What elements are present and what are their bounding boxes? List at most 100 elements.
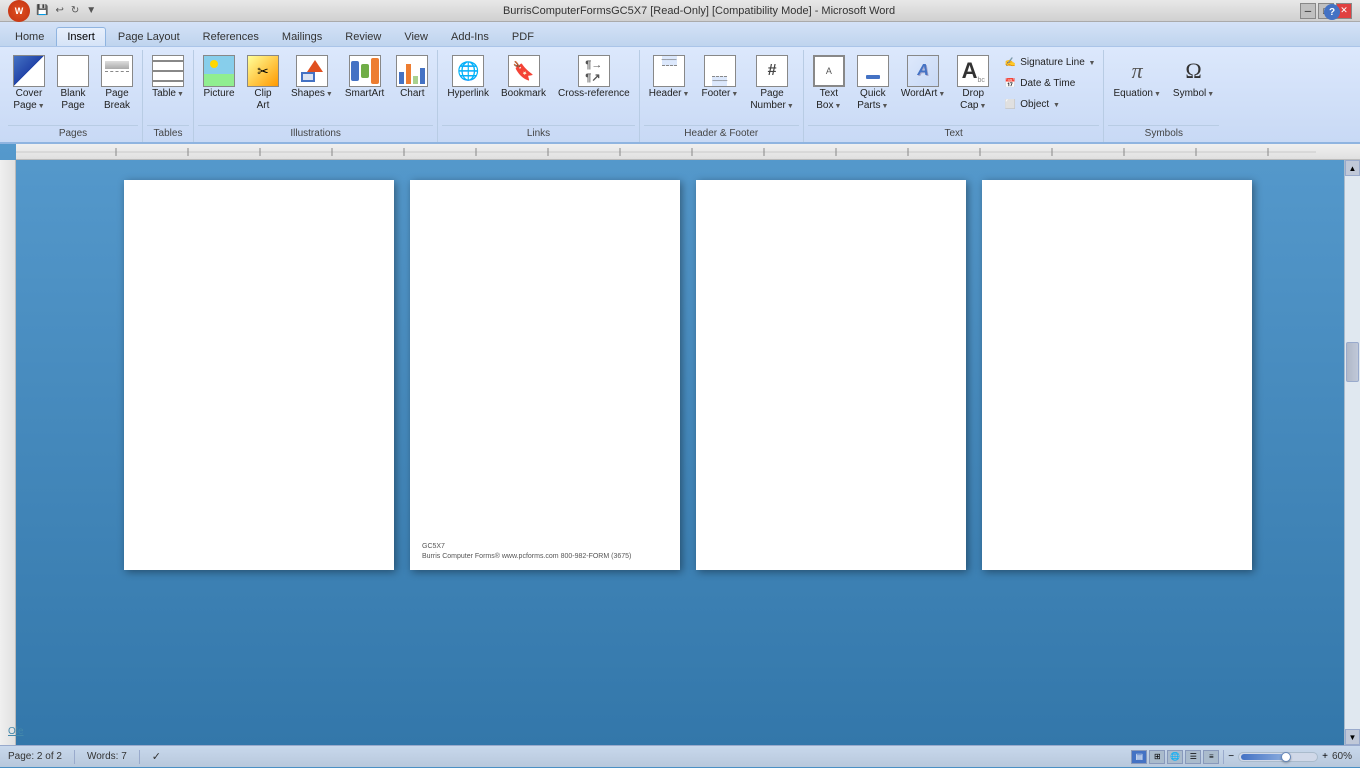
illustrations-buttons: Picture ✂ ClipArt Shapes▼	[198, 50, 433, 123]
tab-view[interactable]: View	[393, 27, 439, 46]
tables-group-label: Tables	[147, 125, 189, 142]
title-bar: W 💾 ↩ ↻ ▼ BurrisComputerFormsGC5X7 [Read…	[0, 0, 1360, 22]
ruler-svg	[16, 144, 1360, 158]
text-small-buttons: ✍ Signature Line ▼ 📅 Date & Time ⬜	[998, 52, 1099, 114]
symbols-group-label: Symbols	[1108, 125, 1219, 142]
outline-view-button[interactable]: ☰	[1185, 750, 1201, 764]
wordart-button[interactable]: A WordArt▼	[896, 52, 950, 103]
zoom-in-button[interactable]: +	[1322, 751, 1328, 762]
tab-insert[interactable]: Insert	[56, 27, 106, 46]
scroll-track	[1345, 176, 1360, 729]
undo-button[interactable]: ↩	[53, 4, 65, 17]
symbol-button[interactable]: Ω Symbol▼	[1168, 52, 1219, 103]
tab-add-ins[interactable]: Add-Ins	[440, 27, 500, 46]
ribbon-group-pages: CoverPage▼ BlankPage PageBreak Pages	[4, 50, 143, 142]
zoom-out-button[interactable]: −	[1228, 751, 1234, 762]
header-footer-group-label: Header & Footer	[644, 125, 799, 142]
chart-button[interactable]: Chart	[391, 52, 433, 103]
tab-page-layout[interactable]: Page Layout	[107, 27, 191, 46]
ribbon: Home Insert Page Layout References Maili…	[0, 22, 1360, 144]
status-view-separator	[1223, 750, 1224, 764]
minimize-button[interactable]: ─	[1300, 3, 1316, 19]
ole-link[interactable]: Ole	[8, 726, 24, 737]
content-area: GC5X7 Burris Computer Forms® www.pcforms…	[0, 160, 1360, 745]
quick-access-dropdown[interactable]: ▼	[84, 4, 98, 17]
signature-line-button[interactable]: ✍ Signature Line ▼	[998, 52, 1099, 72]
ribbon-group-links: 🌐 Hyperlink 🔖 Bookmark ¶→¶↗ Cross-refere…	[438, 50, 639, 142]
ribbon-group-tables: Table▼ Tables	[143, 50, 194, 142]
title-bar-left: W 💾 ↩ ↻ ▼	[8, 0, 98, 22]
table-button[interactable]: Table▼	[147, 52, 189, 103]
picture-button[interactable]: Picture	[198, 52, 240, 103]
full-reading-view-button[interactable]: ⊞	[1149, 750, 1165, 764]
document-page-2: GC5X7 Burris Computer Forms® www.pcforms…	[410, 180, 680, 570]
ribbon-tab-bar: Home Insert Page Layout References Maili…	[0, 22, 1360, 46]
scroll-thumb[interactable]	[1346, 342, 1359, 382]
ribbon-group-text: A TextBox▼ QuickParts▼ A Wor	[804, 50, 1105, 142]
spelling-check-icon[interactable]: ✓	[152, 750, 161, 763]
ribbon-group-header-footer: ─── Header▼ ─── Footer▼	[640, 50, 804, 142]
hyperlink-button[interactable]: 🌐 Hyperlink	[442, 52, 494, 103]
quick-parts-button[interactable]: QuickParts▼	[852, 52, 894, 115]
smartart-button[interactable]: SmartArt	[340, 52, 389, 103]
quick-access-toolbar: 💾 ↩ ↻ ▼	[34, 4, 98, 17]
scroll-down-button[interactable]: ▼	[1345, 729, 1360, 745]
word-count: Words: 7	[87, 751, 127, 762]
ribbon-group-symbols: π Equation▼ Ω Symbol▼ Symbols	[1104, 50, 1223, 142]
header-footer-buttons: ─── Header▼ ─── Footer▼	[644, 50, 799, 123]
header-button[interactable]: ─── Header▼	[644, 52, 695, 103]
zoom-slider[interactable]	[1238, 752, 1318, 762]
main-area: GC5X7 Burris Computer Forms® www.pcforms…	[0, 144, 1360, 745]
draft-view-button[interactable]: ≡	[1203, 750, 1219, 764]
vertical-ruler	[0, 160, 16, 745]
zoom-level: 60%	[1332, 751, 1352, 762]
vertical-scrollbar: ▲ ▼	[1344, 160, 1360, 745]
tables-buttons: Table▼	[147, 50, 189, 123]
tab-pdf[interactable]: PDF	[501, 27, 545, 46]
print-view-button[interactable]: ▤	[1131, 750, 1147, 764]
page-info: Page: 2 of 2	[8, 751, 62, 762]
illustrations-group-label: Illustrations	[198, 125, 433, 142]
web-view-button[interactable]: 🌐	[1167, 750, 1183, 764]
ribbon-content: CoverPage▼ BlankPage PageBreak Pages	[0, 46, 1360, 142]
date-time-button[interactable]: 📅 Date & Time	[998, 73, 1099, 93]
tab-references[interactable]: References	[192, 27, 270, 46]
shapes-button[interactable]: Shapes▼	[286, 52, 338, 103]
status-bar: Page: 2 of 2 Words: 7 ✓ ▤ ⊞ 🌐 ☰ ≡ − + 60…	[0, 745, 1360, 767]
horizontal-ruler	[16, 144, 1360, 160]
footer-button[interactable]: ─── Footer▼	[696, 52, 743, 103]
pages-container: GC5X7 Burris Computer Forms® www.pcforms…	[16, 160, 1360, 745]
page-break-button[interactable]: PageBreak	[96, 52, 138, 115]
page-number-button[interactable]: # PageNumber▼	[745, 52, 799, 115]
scroll-up-button[interactable]: ▲	[1345, 160, 1360, 176]
ribbon-group-illustrations: Picture ✂ ClipArt Shapes▼	[194, 50, 438, 142]
office-button[interactable]: W	[8, 0, 30, 22]
object-button[interactable]: ⬜ Object ▼	[998, 94, 1099, 114]
window-title: BurrisComputerFormsGC5X7 [Read-Only] [Co…	[98, 5, 1300, 17]
help-button[interactable]: ?	[1324, 4, 1340, 20]
document-page-3	[696, 180, 966, 570]
links-group-label: Links	[442, 125, 634, 142]
redo-button[interactable]: ↻	[69, 4, 81, 17]
blank-page-button[interactable]: BlankPage	[52, 52, 94, 115]
tab-mailings[interactable]: Mailings	[271, 27, 333, 46]
zoom-progress	[1241, 754, 1284, 760]
cover-page-button[interactable]: CoverPage▼	[8, 52, 50, 115]
equation-button[interactable]: π Equation▼	[1108, 52, 1165, 103]
pages-buttons: CoverPage▼ BlankPage PageBreak	[8, 50, 138, 123]
tab-home[interactable]: Home	[4, 27, 55, 46]
document-page-4	[982, 180, 1252, 570]
view-buttons: ▤ ⊞ 🌐 ☰ ≡	[1131, 750, 1219, 764]
cross-reference-button[interactable]: ¶→¶↗ Cross-reference	[553, 52, 635, 103]
text-box-button[interactable]: A TextBox▼	[808, 52, 850, 115]
drop-cap-button[interactable]: A bc DropCap▼	[952, 52, 994, 115]
save-button[interactable]: 💾	[34, 4, 50, 17]
symbols-buttons: π Equation▼ Ω Symbol▼	[1108, 50, 1219, 123]
bookmark-button[interactable]: 🔖 Bookmark	[496, 52, 551, 103]
status-separator-2	[139, 750, 140, 764]
zoom-handle[interactable]	[1281, 752, 1291, 762]
document-page-1	[124, 180, 394, 570]
clip-art-button[interactable]: ✂ ClipArt	[242, 52, 284, 115]
status-right: ▤ ⊞ 🌐 ☰ ≡ − + 60%	[1131, 750, 1352, 764]
tab-review[interactable]: Review	[334, 27, 392, 46]
